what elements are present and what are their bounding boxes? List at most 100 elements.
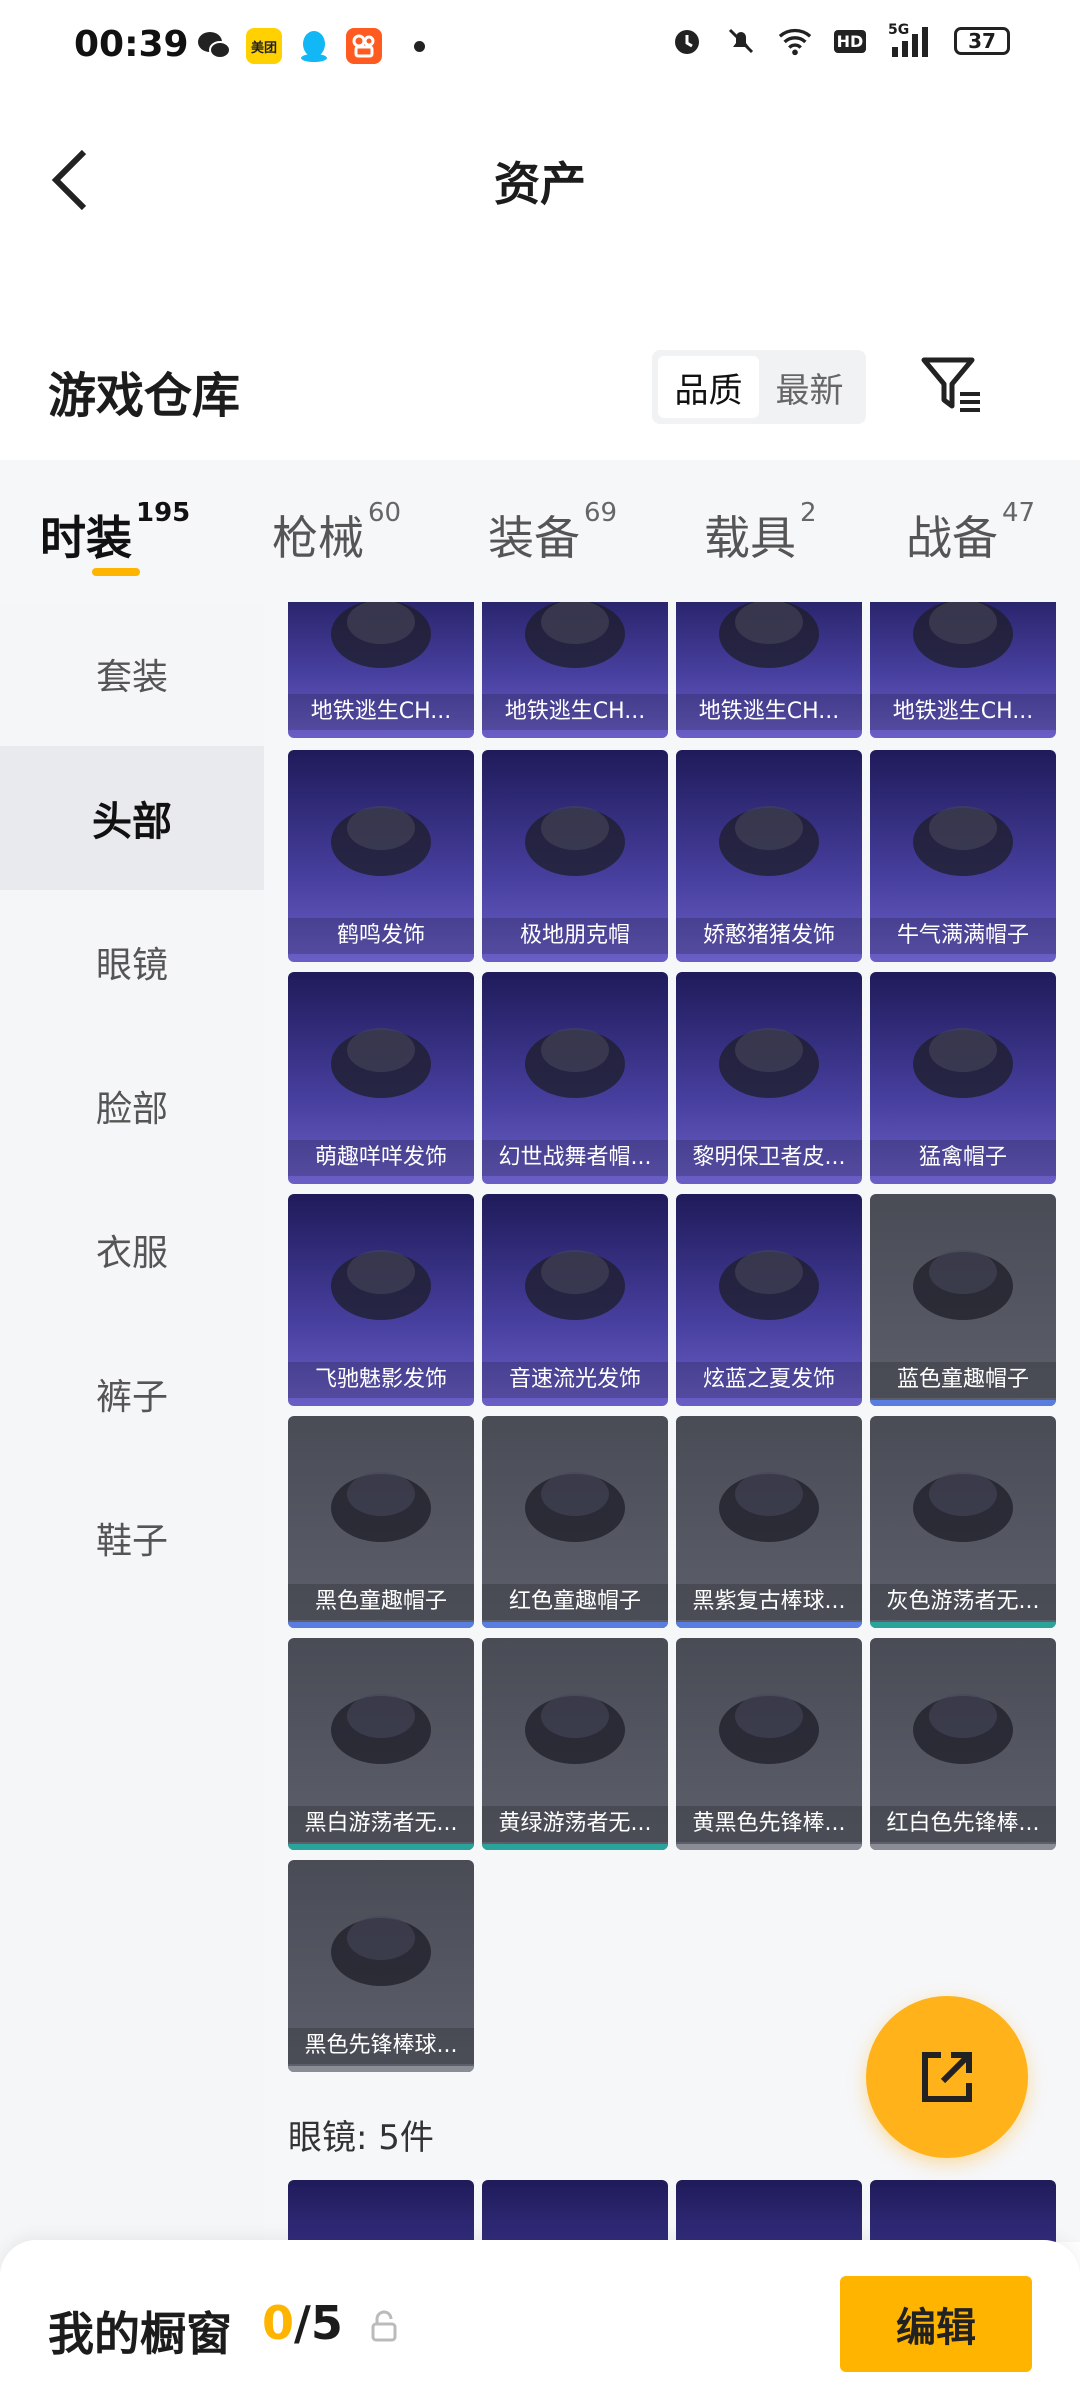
item-card[interactable]: 炫蓝之夏发饰 <box>676 1194 862 1406</box>
kuaishou-icon <box>346 28 382 64</box>
rarity-bar <box>288 956 474 962</box>
item-card[interactable]: 地铁逃生CH... <box>288 602 474 738</box>
rarity-bar <box>288 2066 474 2072</box>
showcase-bar: 我的橱窗 0/5 编辑 <box>0 2240 1080 2408</box>
item-card[interactable]: 黎明保卫者皮... <box>676 972 862 1184</box>
item-name: 猛禽帽子 <box>870 1140 1056 1176</box>
status-bar: 00:39 美团 HD 5G 37 <box>0 0 1080 96</box>
item-card[interactable]: 幻世战舞者帽... <box>482 972 668 1184</box>
item-name: 黑白游荡者无... <box>288 1806 474 1842</box>
rarity-bar <box>676 1844 862 1850</box>
item-card[interactable]: 音速流光发饰 <box>482 1194 668 1406</box>
sidebar-item-clothes[interactable]: 衣服 <box>0 1178 264 1322</box>
glasses-item-card[interactable] <box>482 2180 668 2242</box>
rarity-bar <box>676 1178 862 1184</box>
item-name: 地铁逃生CH... <box>288 694 474 730</box>
glasses-item-card[interactable] <box>676 2180 862 2242</box>
status-time: 00:39 <box>74 24 189 65</box>
active-tab-indicator <box>92 568 140 576</box>
item-card[interactable]: 牛气满满帽子 <box>870 750 1056 962</box>
item-name: 娇憨猪猪发饰 <box>676 918 862 954</box>
item-card[interactable]: 飞驰魅影发饰 <box>288 1194 474 1406</box>
item-thumbnail <box>676 750 862 918</box>
showcase-count: 0/5 <box>262 2296 343 2350</box>
item-card[interactable]: 猛禽帽子 <box>870 972 1056 1184</box>
sidebar-item-face[interactable]: 脸部 <box>0 1034 264 1178</box>
rarity-bar <box>676 732 862 738</box>
item-name: 地铁逃生CH... <box>676 694 862 730</box>
sort-quality-option[interactable]: 品质 <box>658 356 759 418</box>
notification-icons: 美团 <box>196 28 425 64</box>
tab-vehicles[interactable]: 载具 2 <box>704 498 817 568</box>
item-thumbnail <box>288 1416 474 1584</box>
item-name: 鹤鸣发饰 <box>288 918 474 954</box>
rarity-bar <box>676 956 862 962</box>
item-card[interactable]: 地铁逃生CH... <box>482 602 668 738</box>
tab-supplies[interactable]: 战备 47 <box>906 498 1035 568</box>
item-card[interactable]: 娇憨猪猪发饰 <box>676 750 862 962</box>
item-name: 黑色先锋棒球... <box>288 2028 474 2064</box>
sidebar: 套装 头部 眼镜 脸部 衣服 裤子 鞋子 <box>0 602 264 2408</box>
rarity-bar <box>870 732 1056 738</box>
item-name: 极地朋克帽 <box>482 918 668 954</box>
item-name: 黑紫复古棒球... <box>676 1584 862 1620</box>
item-name: 蓝色童趣帽子 <box>870 1362 1056 1398</box>
share-button[interactable] <box>866 1996 1028 2158</box>
item-card[interactable]: 黑色童趣帽子 <box>288 1416 474 1628</box>
item-thumbnail <box>676 972 862 1140</box>
item-name: 地铁逃生CH... <box>482 694 668 730</box>
sidebar-item-head[interactable]: 头部 <box>0 746 264 890</box>
item-card[interactable]: 地铁逃生CH... <box>676 602 862 738</box>
item-card[interactable]: 黑白游荡者无... <box>288 1638 474 1850</box>
rarity-bar <box>870 1178 1056 1184</box>
item-card[interactable]: 黑紫复古棒球... <box>676 1416 862 1628</box>
item-card[interactable]: 鹤鸣发饰 <box>288 750 474 962</box>
tab-weapons[interactable]: 枪械 60 <box>272 498 401 568</box>
item-name: 地铁逃生CH... <box>870 694 1056 730</box>
rarity-bar <box>676 1400 862 1406</box>
tab-equipment[interactable]: 装备 69 <box>488 498 617 568</box>
rarity-bar <box>288 732 474 738</box>
rarity-bar <box>288 1178 474 1184</box>
item-thumbnail <box>288 1194 474 1362</box>
tab-fashion[interactable]: 时装 195 <box>40 498 190 568</box>
item-card[interactable]: 红色童趣帽子 <box>482 1416 668 1628</box>
item-thumbnail <box>870 1194 1056 1362</box>
item-thumbnail <box>870 972 1056 1140</box>
sort-newest-option[interactable]: 最新 <box>759 356 860 418</box>
item-thumbnail <box>288 1638 474 1806</box>
item-card[interactable]: 黄绿游荡者无... <box>482 1638 668 1850</box>
item-name: 萌趣咩咩发饰 <box>288 1140 474 1176</box>
item-card[interactable]: 红白色先锋棒... <box>870 1638 1056 1850</box>
mute-icon <box>724 24 758 58</box>
item-card[interactable]: 灰色游荡者无... <box>870 1416 1056 1628</box>
item-thumbnail <box>482 1638 668 1806</box>
filter-button[interactable] <box>918 354 990 418</box>
rarity-bar <box>482 1844 668 1850</box>
item-thumbnail <box>676 1638 862 1806</box>
warehouse-title: 游戏仓库 <box>48 368 241 424</box>
showcase-title: 我的橱窗 <box>48 2307 232 2361</box>
item-name: 幻世战舞者帽... <box>482 1140 668 1176</box>
rarity-bar <box>870 1622 1056 1628</box>
item-card[interactable]: 极地朋克帽 <box>482 750 668 962</box>
rarity-bar <box>482 1178 668 1184</box>
sidebar-item-glasses[interactable]: 眼镜 <box>0 890 264 1034</box>
sort-toggle: 品质 最新 <box>652 350 866 424</box>
item-thumbnail <box>870 1638 1056 1806</box>
filter-icon <box>921 357 980 412</box>
item-name: 黑色童趣帽子 <box>288 1584 474 1620</box>
meituan-icon: 美团 <box>246 28 282 64</box>
item-card[interactable]: 黑色先锋棒球... <box>288 1860 474 2072</box>
item-card[interactable]: 黄黑色先锋棒... <box>676 1638 862 1850</box>
sidebar-item-outfit[interactable]: 套装 <box>0 602 264 746</box>
edit-button[interactable]: 编辑 <box>840 2276 1032 2372</box>
glasses-item-card[interactable] <box>870 2180 1056 2242</box>
sidebar-item-shoes[interactable]: 鞋子 <box>0 1466 264 1610</box>
alarm-icon <box>670 24 704 58</box>
item-card[interactable]: 地铁逃生CH... <box>870 602 1056 738</box>
item-card[interactable]: 萌趣咩咩发饰 <box>288 972 474 1184</box>
glasses-item-card[interactable] <box>288 2180 474 2242</box>
item-card[interactable]: 蓝色童趣帽子 <box>870 1194 1056 1406</box>
sidebar-item-pants[interactable]: 裤子 <box>0 1322 264 1466</box>
